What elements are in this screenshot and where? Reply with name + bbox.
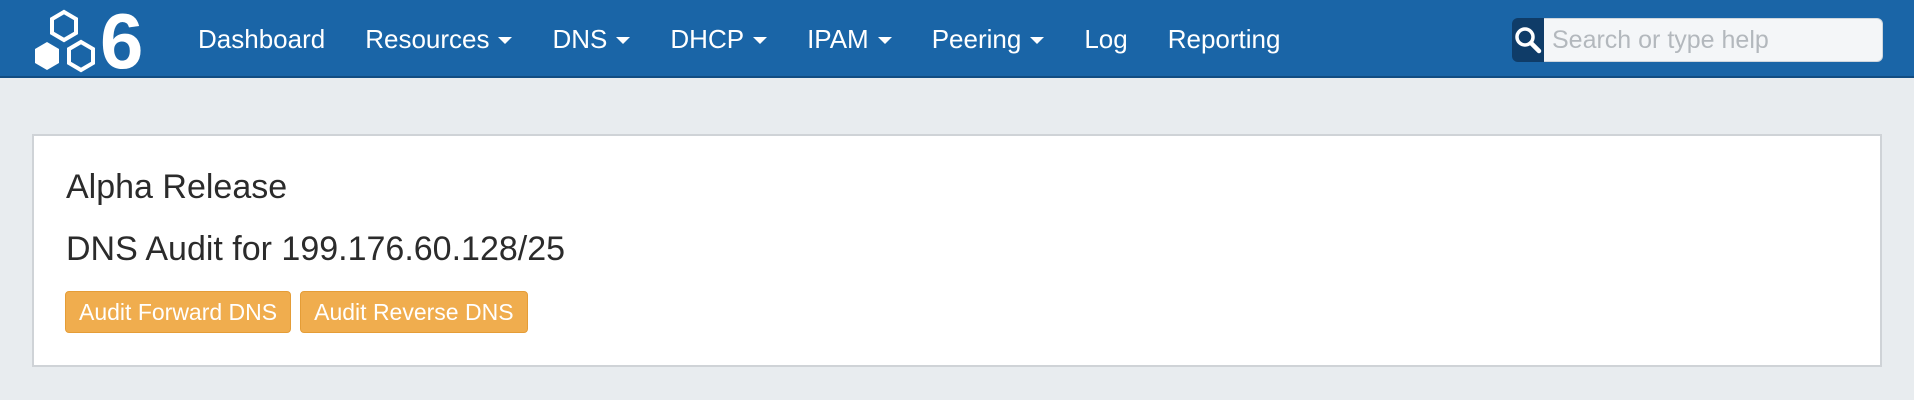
nav-ipam[interactable]: IPAM <box>787 0 912 78</box>
logo-icon[interactable]: 6 <box>28 6 163 74</box>
nav-resources[interactable]: Resources <box>345 0 532 78</box>
nav-peering-label: Peering <box>931 23 1022 54</box>
nav-reporting-label: Reporting <box>1167 23 1281 54</box>
search-button[interactable] <box>1512 18 1544 62</box>
audit-forward-dns-button[interactable]: Audit Forward DNS <box>65 291 292 333</box>
caret-down-icon <box>616 37 631 44</box>
nav-dhcp[interactable]: DHCP <box>650 0 787 78</box>
page-title: DNS Audit for 199.176.60.128/25 <box>66 230 566 268</box>
search-input[interactable] <box>1544 18 1883 62</box>
caret-down-icon <box>1030 37 1045 44</box>
nav-dashboard[interactable]: Dashboard <box>178 0 345 78</box>
nav-reporting[interactable]: Reporting <box>1148 0 1301 78</box>
audit-button-group: Audit Forward DNS Audit Reverse DNS <box>65 291 528 333</box>
main-nav: Dashboard Resources DNS DHCP IPAM Peerin… <box>178 0 1300 78</box>
nav-peering[interactable]: Peering <box>912 0 1065 78</box>
release-label: Alpha Release <box>66 168 288 206</box>
nav-dns-label: DNS <box>552 23 608 54</box>
caret-down-icon <box>753 37 768 44</box>
nav-ipam-label: IPAM <box>807 23 869 54</box>
caret-down-icon <box>498 37 513 44</box>
audit-reverse-dns-button[interactable]: Audit Reverse DNS <box>300 291 528 333</box>
caret-down-icon <box>877 37 892 44</box>
nav-dhcp-label: DHCP <box>670 23 745 54</box>
top-navbar: 6 Dashboard Resources DNS DHCP IPAM Peer… <box>0 0 1914 78</box>
nav-log-label: Log <box>1084 23 1128 54</box>
nav-resources-label: Resources <box>365 23 490 54</box>
search-box <box>1512 18 1883 62</box>
search-icon <box>1515 27 1542 54</box>
logo-text: 6 <box>100 6 143 74</box>
nav-dashboard-label: Dashboard <box>198 23 326 54</box>
nav-log[interactable]: Log <box>1064 0 1147 78</box>
audit-panel: Alpha Release DNS Audit for 199.176.60.1… <box>32 134 1882 367</box>
nav-dns[interactable]: DNS <box>532 0 650 78</box>
